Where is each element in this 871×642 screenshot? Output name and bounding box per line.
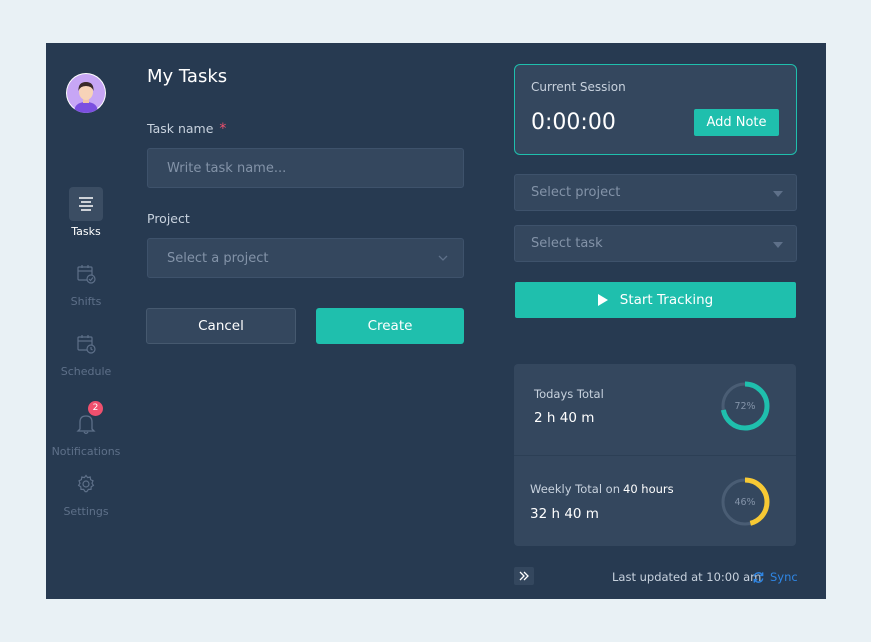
user-avatar[interactable] (66, 73, 106, 113)
list-icon (69, 187, 103, 221)
weekly-target: 40 hours (623, 482, 674, 496)
play-icon (597, 294, 608, 306)
sidebar-item-label: Notifications (51, 445, 121, 458)
sidebar-item-settings[interactable]: Settings (46, 467, 126, 518)
select-project-text: Select project (531, 185, 621, 200)
sync-icon (753, 571, 764, 583)
create-button[interactable]: Create (316, 308, 464, 344)
session-timer: 0:00:00 (531, 110, 616, 135)
calendar-clock-icon (69, 327, 103, 361)
notification-badge: 2 (88, 401, 103, 416)
select-project-dropdown[interactable]: Select project (514, 174, 797, 211)
chevron-down-icon (438, 255, 448, 261)
double-chevron-right-icon (519, 571, 529, 581)
sidebar-item-notifications[interactable]: 2 Notifications (46, 401, 126, 458)
gear-icon (69, 467, 103, 501)
bell-icon: 2 (69, 401, 103, 441)
select-task-text: Select task (531, 236, 603, 251)
project-placeholder: Select a project (167, 250, 269, 266)
app-window: Tasks Shifts Schedule 2 Notifications Se… (46, 43, 826, 599)
sidebar-item-label: Tasks (71, 225, 101, 238)
task-name-placeholder: Write task name... (167, 160, 287, 176)
sync-link[interactable]: Sync (752, 570, 798, 584)
caret-down-icon (773, 242, 783, 248)
weekly-total-label: Weekly Total on 40 hours (530, 482, 674, 496)
add-note-button[interactable]: Add Note (694, 109, 779, 136)
calendar-check-icon (69, 257, 103, 291)
sidebar-item-label: Shifts (70, 295, 102, 308)
weekly-percent: 46% (734, 497, 756, 508)
task-name-label-text: Task name (147, 121, 214, 136)
cancel-button[interactable]: Cancel (146, 308, 296, 344)
start-tracking-label: Start Tracking (619, 292, 714, 308)
sync-label: Sync (770, 570, 798, 584)
current-session-card: Current Session 0:00:00 Add Note (514, 64, 797, 155)
expand-button[interactable] (514, 567, 534, 585)
totals-divider (514, 455, 796, 456)
todays-percent: 72% (734, 401, 756, 412)
weekly-total-label-text: Weekly Total on (530, 482, 621, 496)
todays-total-label: Todays Total (534, 387, 604, 401)
sidebar-item-shifts[interactable]: Shifts (46, 257, 126, 308)
select-task-dropdown[interactable]: Select task (514, 225, 797, 262)
sidebar-item-tasks[interactable]: Tasks (46, 187, 126, 238)
page-title: My Tasks (147, 66, 228, 87)
project-label: Project (147, 211, 190, 226)
required-mark: * (219, 121, 227, 137)
last-updated-text: Last updated at 10:00 am (612, 570, 762, 584)
todays-total-value: 2 h 40 m (534, 410, 595, 426)
totals-card: Todays Total 2 h 40 m 72% Weekly Total o… (514, 364, 796, 546)
sidebar-item-schedule[interactable]: Schedule (46, 327, 126, 378)
task-name-label: Task name * (147, 121, 226, 137)
weekly-total-value: 32 h 40 m (530, 506, 599, 522)
task-name-input[interactable]: Write task name... (147, 148, 464, 188)
session-label: Current Session (531, 80, 626, 94)
sidebar-item-label: Settings (63, 505, 109, 518)
start-tracking-button[interactable]: Start Tracking (515, 282, 796, 318)
caret-down-icon (773, 191, 783, 197)
project-select[interactable]: Select a project (147, 238, 464, 278)
sidebar-item-label: Schedule (60, 365, 112, 378)
